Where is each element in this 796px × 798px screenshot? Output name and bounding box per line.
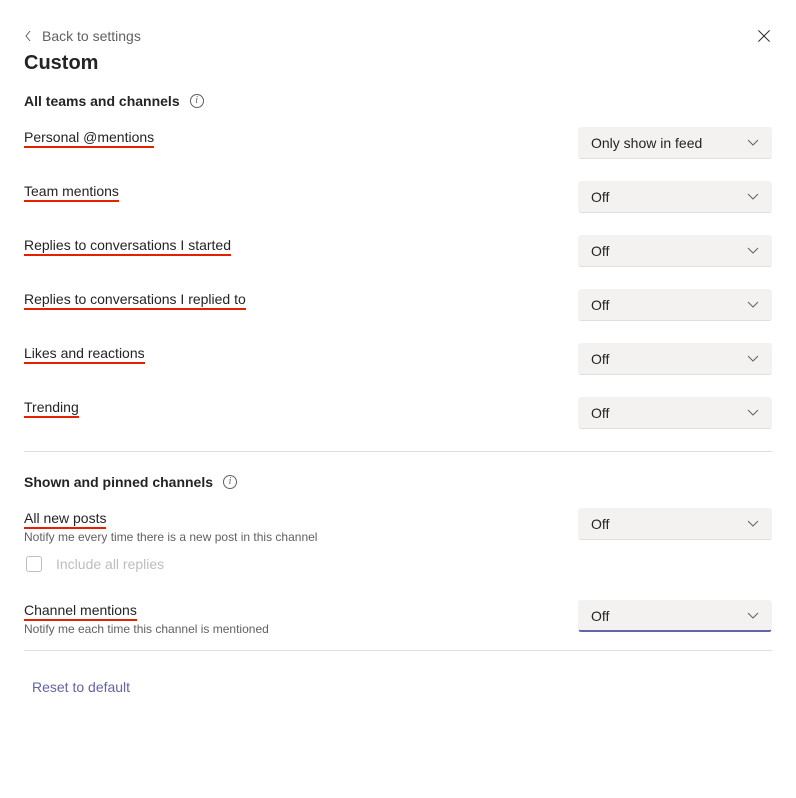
- dropdown-value: Off: [591, 297, 609, 313]
- chevron-down-icon: [747, 193, 759, 201]
- label-replies-started: Replies to conversations I started: [24, 237, 231, 256]
- chevron-down-icon: [747, 409, 759, 417]
- dropdown-personal-mentions[interactable]: Only show in feed: [578, 127, 772, 159]
- dropdown-value: Off: [591, 189, 609, 205]
- dropdown-all-new-posts[interactable]: Off: [578, 508, 772, 540]
- info-icon[interactable]: i: [190, 94, 204, 108]
- dropdown-value: Off: [591, 405, 609, 421]
- info-icon[interactable]: i: [223, 475, 237, 489]
- dropdown-team-mentions[interactable]: Off: [578, 181, 772, 213]
- hint-all-new-posts: Notify me every time there is a new post…: [24, 530, 554, 544]
- label-all-new-posts: All new posts: [24, 510, 106, 529]
- label-team-mentions: Team mentions: [24, 183, 119, 202]
- page-title: Custom: [24, 52, 772, 75]
- label-personal-mentions: Personal @mentions: [24, 129, 154, 148]
- section-heading-all-teams: All teams and channels: [24, 93, 180, 109]
- dropdown-trending[interactable]: Off: [578, 397, 772, 429]
- dropdown-replies-replied[interactable]: Off: [578, 289, 772, 321]
- chevron-down-icon: [747, 301, 759, 309]
- label-replies-replied: Replies to conversations I replied to: [24, 291, 246, 310]
- dropdown-replies-started[interactable]: Off: [578, 235, 772, 267]
- hint-channel-mentions: Notify me each time this channel is ment…: [24, 622, 554, 636]
- back-to-settings-link[interactable]: Back to settings: [24, 28, 141, 44]
- close-icon[interactable]: [756, 28, 772, 44]
- reset-to-default-link[interactable]: Reset to default: [32, 679, 130, 695]
- dropdown-value: Only show in feed: [591, 135, 702, 151]
- label-trending: Trending: [24, 399, 79, 418]
- dropdown-channel-mentions[interactable]: Off: [578, 600, 772, 632]
- section-heading-pinned: Shown and pinned channels: [24, 474, 213, 490]
- label-channel-mentions: Channel mentions: [24, 602, 137, 621]
- back-label: Back to settings: [42, 28, 141, 44]
- dropdown-value: Off: [591, 608, 609, 624]
- label-likes-reactions: Likes and reactions: [24, 345, 145, 364]
- chevron-left-icon: [24, 30, 32, 42]
- dropdown-value: Off: [591, 516, 609, 532]
- dropdown-value: Off: [591, 351, 609, 367]
- divider: [24, 650, 772, 651]
- include-replies-label: Include all replies: [56, 556, 164, 572]
- include-replies-checkbox[interactable]: [26, 556, 42, 572]
- dropdown-likes-reactions[interactable]: Off: [578, 343, 772, 375]
- chevron-down-icon: [747, 520, 759, 528]
- chevron-down-icon: [747, 247, 759, 255]
- chevron-down-icon: [747, 355, 759, 363]
- chevron-down-icon: [747, 139, 759, 147]
- divider: [24, 451, 772, 452]
- chevron-down-icon: [747, 612, 759, 620]
- dropdown-value: Off: [591, 243, 609, 259]
